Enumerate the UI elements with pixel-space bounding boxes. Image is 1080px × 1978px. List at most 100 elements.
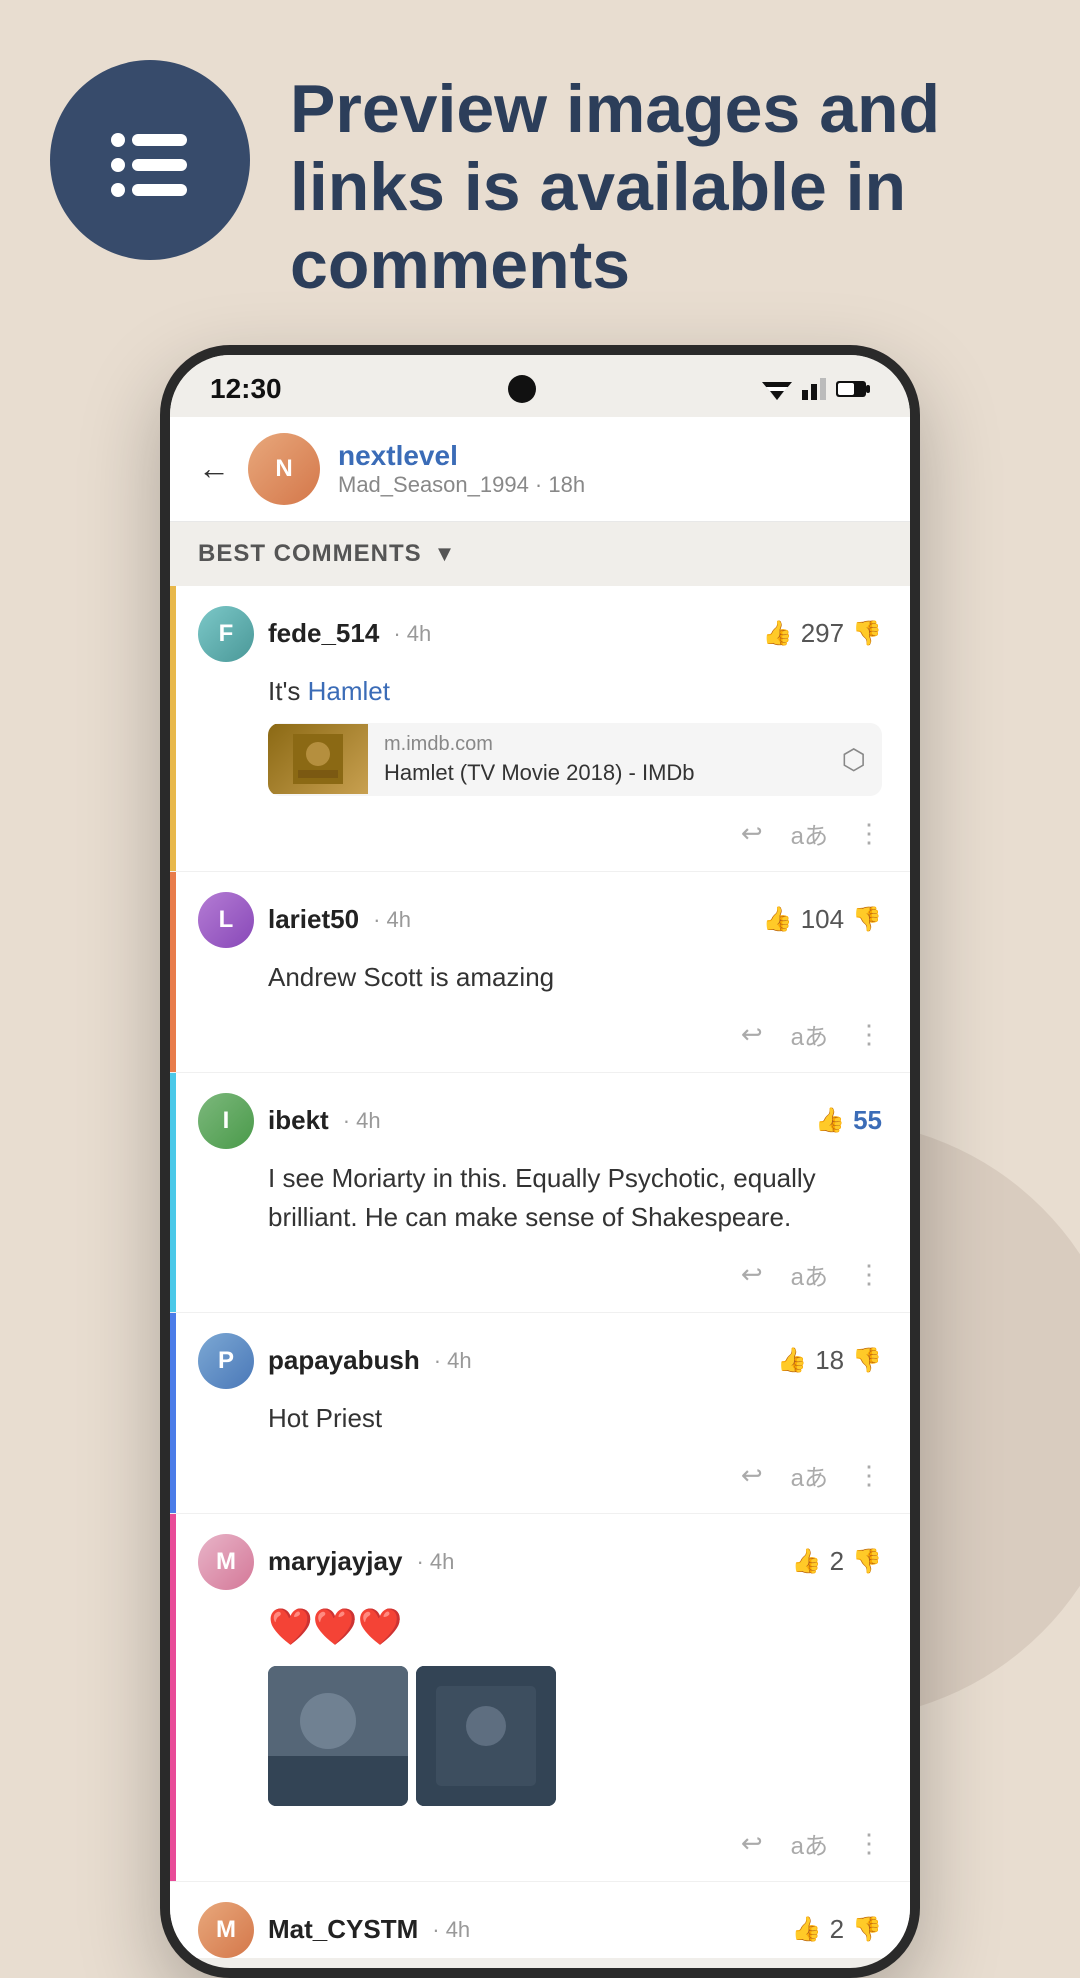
link-domain: m.imdb.com — [384, 733, 810, 756]
more-icon[interactable]: ⋮ — [856, 818, 882, 849]
avatar-initial: M — [198, 1534, 254, 1590]
avatar-initial: L — [198, 892, 254, 948]
signal-icon — [802, 378, 826, 400]
movie-thumbnail-icon — [293, 734, 343, 784]
filter-bar[interactable]: BEST COMMENTS ▼ — [170, 522, 910, 586]
thumbdown-icon[interactable]: 👎 — [852, 619, 882, 648]
comment-item: P papayabush · 4h 👍 18 👎 Hot Priest ↩ aあ — [170, 1313, 910, 1514]
thumbup-icon[interactable]: 👍 — [763, 619, 793, 648]
comment-text: I see Moriarty in this. Equally Psychoti… — [268, 1159, 882, 1237]
comment-user-info: M Mat_CYSTM · 4h — [198, 1902, 470, 1958]
comment-header: M Mat_CYSTM · 4h 👍 2 👎 — [198, 1902, 882, 1958]
phone-mockup: 12:30 — [160, 345, 920, 1978]
reply-icon[interactable]: ↩ — [741, 1828, 763, 1859]
avatar: I — [198, 1093, 254, 1149]
comment-user-info: M maryjayjay · 4h — [198, 1534, 454, 1590]
more-icon[interactable]: ⋮ — [856, 1460, 882, 1491]
comment-username[interactable]: fede_514 — [268, 618, 379, 649]
comment-item: F fede_514 · 4h 👍 297 👎 It's Hamlet — [170, 586, 910, 872]
external-link-icon[interactable]: ⬡ — [826, 743, 882, 776]
vote-count: 2 — [830, 1914, 844, 1945]
image-thumbnail-svg — [268, 1666, 408, 1806]
more-icon[interactable]: ⋮ — [856, 1019, 882, 1050]
comment-header: M maryjayjay · 4h 👍 2 👎 — [198, 1534, 882, 1590]
translate-icon[interactable]: aあ — [791, 1257, 828, 1292]
comment-username[interactable]: ibekt — [268, 1105, 329, 1136]
comment-time: · 4h — [343, 1108, 381, 1134]
image-thumbnail[interactable] — [416, 1666, 556, 1806]
translate-icon[interactable]: aあ — [791, 1458, 828, 1493]
comment-username[interactable]: lariet50 — [268, 904, 359, 935]
thumbdown-icon[interactable]: 👎 — [852, 1547, 882, 1576]
comment-text: Hot Priest — [268, 1399, 882, 1438]
thumbup-icon[interactable]: 👍 — [763, 905, 793, 934]
filter-dropdown-icon[interactable]: ▼ — [434, 541, 456, 567]
reply-icon[interactable]: ↩ — [741, 1259, 763, 1290]
thumbup-icon[interactable]: 👍 — [792, 1547, 822, 1576]
comment-header: P papayabush · 4h 👍 18 👎 — [198, 1333, 882, 1389]
comment-time: · 4h — [432, 1917, 470, 1943]
thumbup-icon[interactable]: 👍 — [815, 1106, 845, 1135]
avatar-initials: N — [248, 433, 320, 505]
avatar: P — [198, 1333, 254, 1389]
translate-icon[interactable]: aあ — [791, 1017, 828, 1052]
image-grid — [268, 1666, 882, 1806]
vote-count: 104 — [801, 904, 844, 935]
hamlet-link[interactable]: Hamlet — [308, 676, 390, 706]
translate-icon[interactable]: aあ — [791, 1826, 828, 1861]
comments-area: F fede_514 · 4h 👍 297 👎 It's Hamlet — [170, 586, 910, 1958]
comment-text: It's Hamlet — [268, 672, 882, 711]
comment-username[interactable]: papayabush — [268, 1345, 420, 1376]
comment-votes: 👍 297 👎 — [763, 618, 882, 649]
thumbup-icon[interactable]: 👍 — [792, 1915, 822, 1944]
more-icon[interactable]: ⋮ — [856, 1828, 882, 1859]
comment-time: · 4h — [416, 1549, 454, 1575]
comment-header: F fede_514 · 4h 👍 297 👎 — [198, 606, 882, 662]
more-icon[interactable]: ⋮ — [856, 1259, 882, 1290]
battery-icon — [836, 380, 870, 398]
link-preview[interactable]: m.imdb.com Hamlet (TV Movie 2018) - IMDb… — [268, 723, 882, 796]
post-username[interactable]: nextlevel — [338, 440, 882, 472]
link-title: Hamlet (TV Movie 2018) - IMDb — [384, 760, 810, 786]
thumbdown-icon[interactable]: 👎 — [852, 1915, 882, 1944]
comment-username[interactable]: Mat_CYSTM — [268, 1914, 418, 1945]
comment-actions: ↩ aあ ⋮ — [198, 1249, 882, 1300]
post-meta: Mad_Season_1994 · 18h — [338, 472, 882, 498]
image-thumbnail-svg — [416, 1666, 556, 1806]
comment-text: Andrew Scott is amazing — [268, 958, 882, 997]
comment-time: · 4h — [393, 621, 431, 647]
avatar: L — [198, 892, 254, 948]
post-info: nextlevel Mad_Season_1994 · 18h — [338, 440, 882, 498]
comment-actions: ↩ aあ ⋮ — [198, 1009, 882, 1060]
comment-bar — [170, 872, 176, 1072]
reply-icon[interactable]: ↩ — [741, 818, 763, 849]
thumbup-icon[interactable]: 👍 — [777, 1346, 807, 1375]
translate-icon[interactable]: aあ — [791, 816, 828, 851]
avatar-initial: F — [198, 606, 254, 662]
image-thumbnail[interactable] — [268, 1666, 408, 1806]
comment-user-info: L lariet50 · 4h — [198, 892, 411, 948]
comment-item: I ibekt · 4h 👍 55 I see Moriarty in this… — [170, 1073, 910, 1313]
reply-icon[interactable]: ↩ — [741, 1019, 763, 1050]
comment-emoji: ❤️❤️❤️ — [268, 1600, 882, 1654]
phone-frame: 12:30 — [160, 345, 920, 1978]
status-time: 12:30 — [210, 373, 282, 405]
thumbdown-icon[interactable]: 👎 — [852, 905, 882, 934]
reply-icon[interactable]: ↩ — [741, 1460, 763, 1491]
back-button[interactable]: ← — [198, 450, 230, 487]
vote-count: 2 — [830, 1546, 844, 1577]
comment-actions: ↩ aあ ⋮ — [198, 1450, 882, 1501]
wifi-icon — [762, 378, 792, 400]
avatar-initial: P — [198, 1333, 254, 1389]
comment-time: · 4h — [373, 907, 411, 933]
vote-count: 55 — [853, 1105, 882, 1136]
comment-bar — [170, 586, 176, 871]
comment-bar — [170, 1313, 176, 1513]
comment-header: I ibekt · 4h 👍 55 — [198, 1093, 882, 1149]
camera-dot — [508, 375, 536, 403]
vote-count: 18 — [815, 1345, 844, 1376]
avatar: M — [198, 1902, 254, 1958]
avatar-initial: I — [198, 1093, 254, 1149]
comment-username[interactable]: maryjayjay — [268, 1546, 402, 1577]
thumbdown-icon[interactable]: 👎 — [852, 1346, 882, 1375]
